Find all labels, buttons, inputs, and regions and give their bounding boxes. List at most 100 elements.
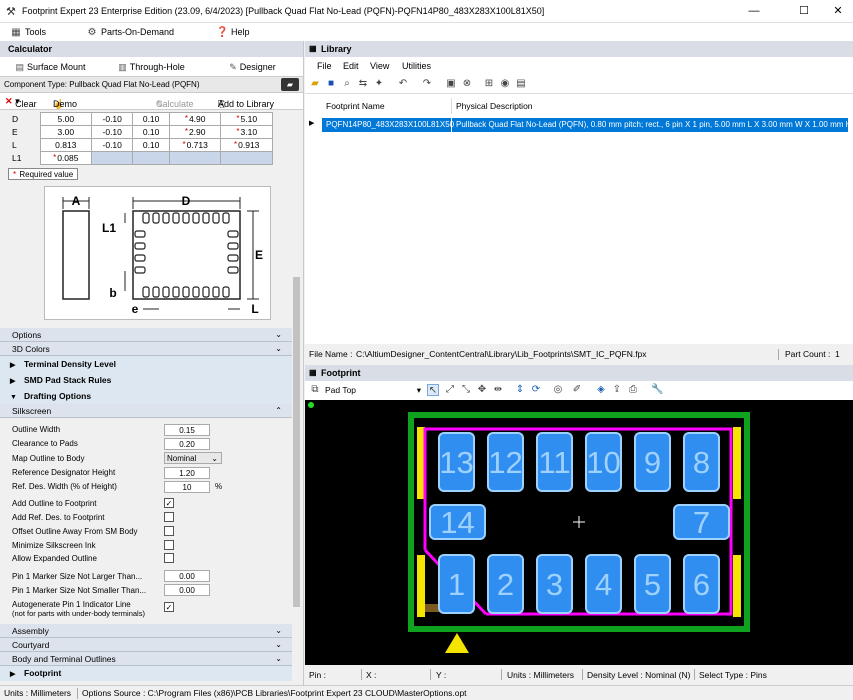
library-menu-edit[interactable]: Edit (343, 59, 359, 73)
footprint-canvas[interactable]: 13 12 11 10 9 8 1 2 3 4 5 6 14 7 (305, 400, 853, 665)
dim-nominal[interactable]: *0.085 (39, 151, 93, 165)
dim-tol-plus[interactable]: 0.10 (132, 125, 170, 139)
layer-select[interactable]: Pad Top ▾ (325, 385, 421, 395)
tree-terminal-density[interactable]: ▶ Terminal Density Level (0, 356, 292, 372)
layer-stack-icon[interactable]: ◎ (552, 384, 564, 396)
pin1-max-input[interactable]: 0.00 (164, 570, 210, 582)
dim-tol-plus[interactable]: 0.10 (132, 112, 170, 126)
redo-icon[interactable]: ↷ (421, 78, 433, 90)
tree-drafting-options[interactable]: ▼ Drafting Options (0, 388, 292, 404)
dim-max[interactable]: *5.10 (220, 112, 273, 126)
print-icon[interactable]: ⎙ (627, 384, 639, 396)
library-menu-view[interactable]: View (370, 59, 389, 73)
caret-right-icon: ▶ (10, 671, 16, 678)
undo-icon[interactable]: ↶ (397, 78, 409, 90)
autogen-label: Autogenerate Pin 1 Indicator Line (12, 600, 131, 609)
menu-tools[interactable]: ▦ Tools (10, 25, 46, 39)
divider (501, 669, 502, 680)
add-ref-des-checkbox[interactable] (164, 512, 174, 522)
preview-icon[interactable]: ▣ (445, 78, 457, 90)
outline-width-input[interactable]: 0.15 (164, 424, 210, 436)
dim-tol-plus[interactable]: 0.10 (132, 138, 170, 152)
cancel-icon[interactable]: ⊗ (461, 78, 473, 90)
clearance-to-pads-input[interactable]: 0.20 (164, 438, 210, 450)
table-row[interactable]: PQFN14P80_483X283X100L81X50 Pullback Quad… (322, 118, 848, 132)
menu-help[interactable]: ❓ Help (216, 25, 250, 39)
pad-number: 9 (644, 445, 661, 480)
dim-max[interactable]: *0.913 (220, 138, 273, 152)
measure-icon[interactable]: ⇹ (492, 384, 504, 396)
library-menu-file[interactable]: File (317, 59, 332, 73)
report-icon[interactable]: ▤ (515, 78, 527, 90)
section-courtyard[interactable]: Courtyard ⌄ (0, 638, 292, 652)
dim-min[interactable]: *2.90 (168, 125, 222, 139)
library-menu-utilities[interactable]: Utilities (402, 59, 431, 73)
part-count-value: 1 (835, 349, 840, 359)
tab-surface-mount[interactable]: ▤ Surface Mount (0, 57, 101, 76)
pin1-max-label: Pin 1 Marker Size Not Larger Than... (12, 572, 143, 581)
pan-icon[interactable]: ✥ (476, 384, 488, 396)
section-assembly-label: Assembly (12, 626, 49, 636)
save-icon[interactable]: ■ (325, 78, 337, 90)
minimize-button[interactable]: — (734, 0, 774, 23)
draw-icon[interactable]: ✐ (571, 384, 583, 396)
footprint-header-label: Footprint (321, 368, 361, 378)
compare-icon[interactable]: ⇆ (357, 78, 369, 90)
column-physical-description[interactable]: Physical Description (452, 98, 853, 114)
close-button[interactable]: ✕ (818, 0, 853, 23)
offset-outline-checkbox[interactable] (164, 526, 174, 536)
allow-expanded-checkbox[interactable] (164, 553, 174, 563)
minimize-ink-checkbox[interactable] (164, 540, 174, 550)
export-icon[interactable]: ⇪ (611, 384, 623, 396)
wrench-icon[interactable]: 🔧 (651, 384, 663, 396)
status-options-source: Options Source : C:\Program Files (x86)\… (82, 688, 467, 698)
zoom-window-icon[interactable]: ⤡ (460, 384, 472, 396)
3d-view-icon[interactable]: ◈ (595, 384, 607, 396)
section-3d-colors[interactable]: 3D Colors ⌄ (0, 342, 292, 356)
rotate-icon[interactable]: ⟳ (530, 384, 542, 396)
column-footprint-name[interactable]: Footprint Name (322, 98, 452, 114)
filter-icon[interactable]: ⊞ (483, 78, 495, 90)
tools-icon[interactable]: ✦ (373, 78, 385, 90)
tab-designer[interactable]: ✎ Designer (202, 57, 303, 76)
ref-des-width-input[interactable]: 10 (164, 481, 210, 493)
dim-nominal[interactable]: 3.00 (39, 125, 93, 139)
dim-nominal[interactable]: 0.813 (39, 138, 93, 152)
add-outline-checkbox[interactable]: ✓ (164, 498, 174, 508)
ref-des-height-label: Reference Designator Height (12, 468, 116, 477)
dim-tol-minus[interactable]: -0.10 (91, 112, 134, 126)
zoom-fit-icon[interactable]: ⤢ (444, 384, 456, 396)
ref-des-height-input[interactable]: 1.20 (164, 467, 210, 479)
section-body-terminal[interactable]: Body and Terminal Outlines ⌄ (0, 652, 292, 666)
section-options[interactable]: Options ⌄ (0, 328, 292, 342)
left-pad (134, 254, 146, 262)
open-folder-icon[interactable]: ▰ (309, 78, 321, 90)
pin1-min-input[interactable]: 0.00 (164, 584, 210, 596)
select-arrow-icon[interactable]: ↖ (427, 384, 439, 396)
section-assembly[interactable]: Assembly ⌄ (0, 624, 292, 638)
tree-footprint[interactable]: ▶ Footprint (0, 666, 292, 681)
find-icon[interactable]: ⌕ (341, 78, 353, 90)
clear-button[interactable]: ✕ Clear ▾ (5, 96, 37, 109)
dim-nominal[interactable]: 5.00 (39, 112, 93, 126)
dim-min[interactable]: *0.713 (168, 138, 222, 152)
add-ref-des-label: Add Ref. Des. to Footprint (12, 513, 105, 522)
status-density: Density Level : Nominal (N) (587, 670, 691, 680)
tree-smd-pad-stack[interactable]: ▶ SMD Pad Stack Rules (0, 372, 292, 388)
book-icon[interactable]: ▰ (281, 78, 299, 91)
section-silkscreen[interactable]: Silkscreen ⌃ (0, 404, 292, 418)
calculator-scrollbar[interactable] (292, 162, 301, 612)
menu-parts-on-demand[interactable]: ⚙ Parts-On-Demand (86, 25, 175, 39)
map-outline-select[interactable]: Nominal ⌄ (164, 452, 222, 464)
dim-tol-minus[interactable]: -0.10 (91, 138, 134, 152)
dim-max[interactable]: *3.10 (220, 125, 273, 139)
scroll-thumb[interactable] (293, 277, 300, 607)
eye-icon[interactable]: ◉ (499, 78, 511, 90)
tab-through-hole[interactable]: ▥ Through-Hole (101, 57, 202, 76)
pad-number: 11 (538, 445, 570, 480)
flip-icon[interactable]: ⇕ (514, 384, 526, 396)
dim-tol-minus[interactable]: -0.10 (91, 125, 134, 139)
dim-min[interactable]: *4.90 (168, 112, 222, 126)
autogen-checkbox[interactable]: ✓ (164, 602, 174, 612)
top-pad (172, 212, 180, 224)
